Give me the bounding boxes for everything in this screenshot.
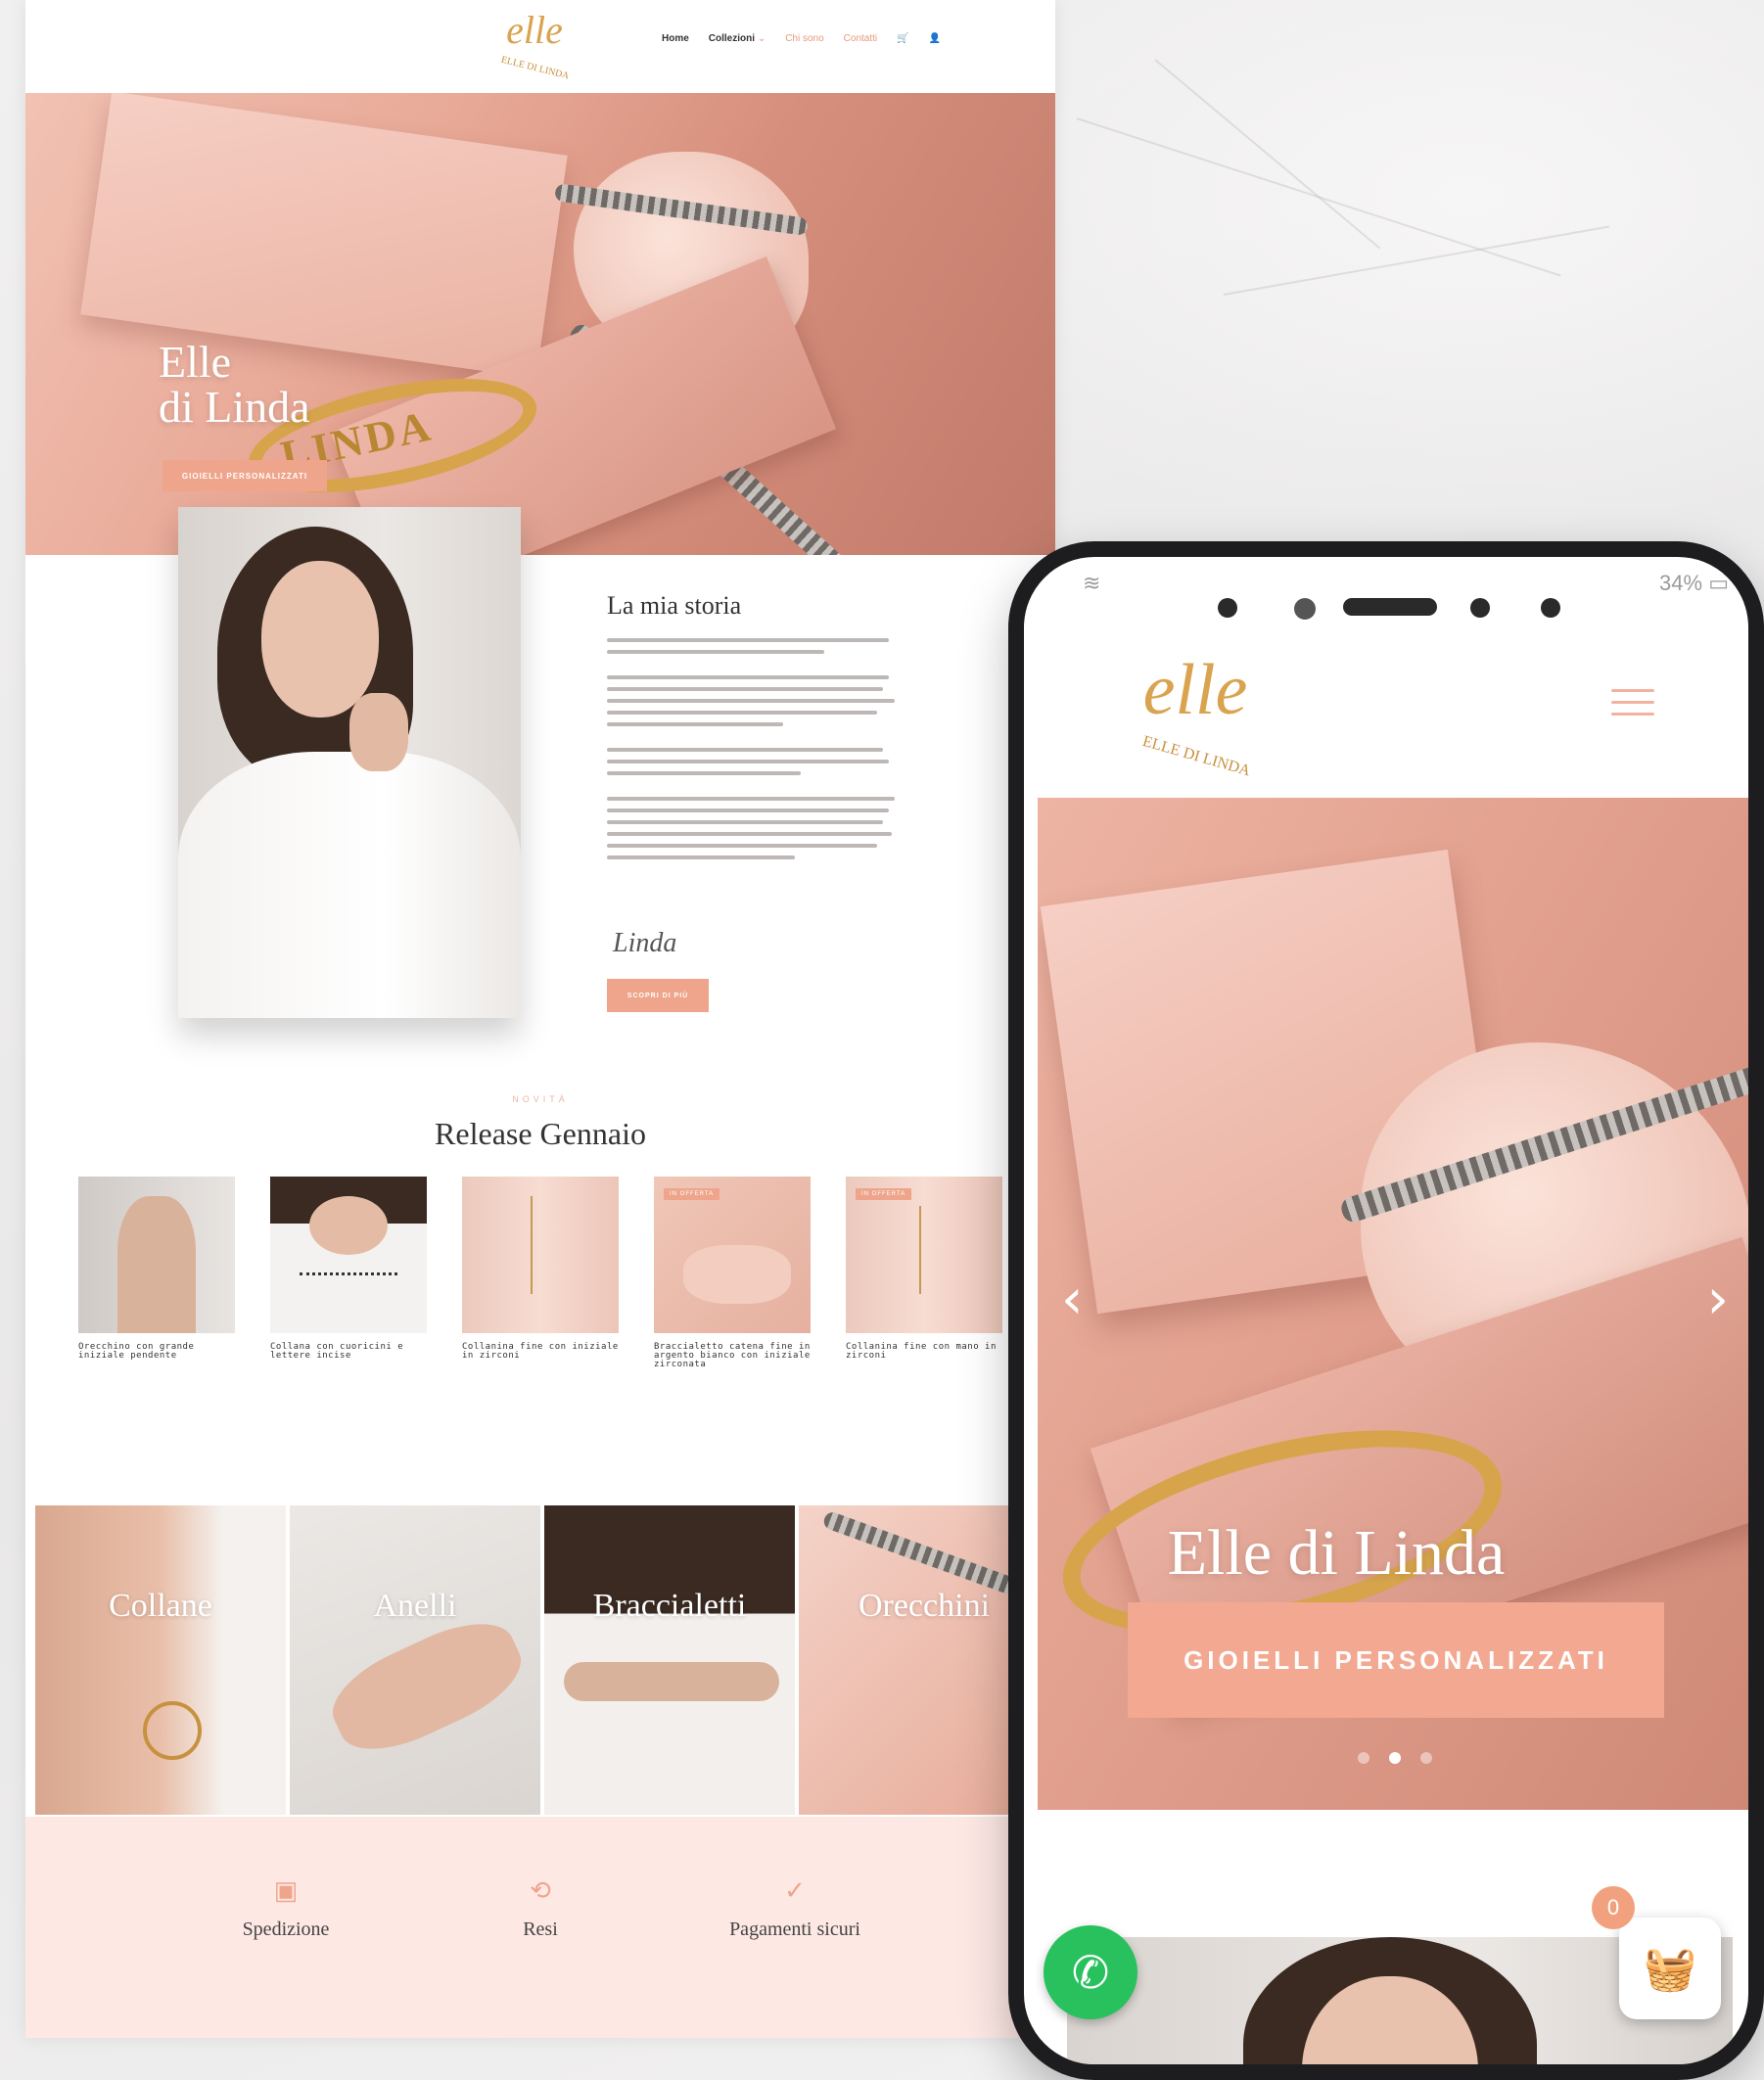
logo-subtitle: ELLE DI LINDA [500,55,571,82]
slider-dot[interactable] [1389,1752,1401,1764]
category-anelli[interactable]: Anelli [290,1505,540,1815]
slider-dot[interactable] [1420,1752,1432,1764]
product-card[interactable]: Collana con cuoricini e lettere incise [270,1177,427,1361]
hamburger-menu-icon[interactable] [1611,689,1654,724]
product-name[interactable]: Collanina fine con mano in zirconi [846,1343,1002,1361]
category-braccialetti[interactable]: Braccialetti [544,1505,795,1815]
product-image[interactable] [462,1177,619,1333]
chevron-down-icon: ⌄ [757,33,766,44]
slider-prev-icon[interactable]: ‹ [1061,1268,1083,1331]
desktop-header: elle ELLE DI LINDA Home Collezioni ⌄ Chi… [25,0,1055,93]
mobile-hero-title: Elle di Linda [1167,1517,1506,1589]
product-image[interactable] [78,1177,235,1333]
story-portrait [178,507,521,1018]
hero-gift-box [80,93,568,379]
hero-cta-button[interactable]: GIOIELLI PERSONALIZZATI [162,460,327,491]
mobile-brand-logo[interactable]: elle ELLE DI LINDA [1102,645,1288,782]
wifi-icon: ≋ [1083,571,1101,595]
logo-script: elle [506,8,563,52]
slider-next-icon[interactable]: › [1707,1268,1729,1331]
release-overline: NOVITÀ [512,1094,569,1104]
desktop-page: elle ELLE DI LINDA Home Collezioni ⌄ Chi… [25,0,1055,2038]
menu-item-collezioni[interactable]: Collezioni ⌄ [709,33,766,44]
feature-title: Resi [523,1918,558,1940]
menu-item-home[interactable]: Home [662,33,689,44]
product-image[interactable]: IN OFFERTA [846,1177,1002,1333]
feature-title: Spedizione [242,1918,330,1940]
product-image[interactable] [270,1177,427,1333]
category-label: Collane [109,1588,212,1624]
logo-subtitle: ELLE DI LINDA [1140,733,1252,780]
slider-dots[interactable] [1038,1752,1748,1764]
product-card[interactable]: Collanina fine con iniziale in zirconi [462,1177,619,1361]
desktop-hero: LINDA Elle di Linda GIOIELLI PERSONALIZZ… [25,93,1055,555]
cart-icon[interactable]: 🛒 [897,33,908,44]
feature-returns: ⟲ Resi [442,1875,638,1951]
product-image[interactable]: IN OFFERTA [654,1177,811,1333]
box-icon: ▣ [273,1875,299,1905]
product-name[interactable]: Collanina fine con iniziale in zirconi [462,1343,619,1361]
product-name[interactable]: Collana con cuoricini e lettere incise [270,1343,427,1361]
category-collane[interactable]: Collane [35,1505,286,1815]
status-bar-right: 34% ▭ [1659,571,1729,596]
battery-icon: ▭ [1708,571,1729,595]
brand-logo[interactable]: elle ELLE DI LINDA [486,6,583,84]
whatsapp-icon[interactable]: ✆ [1044,1925,1137,2019]
feature-shipping: ▣ Spedizione [188,1875,384,1951]
mobile-hero-slider: Elle di Linda GIOIELLI PERSONALIZZATI ‹ … [1038,798,1748,1810]
product-name[interactable]: Braccialetto catena fine in argento bian… [654,1343,811,1369]
cart-count-badge: 0 [1592,1886,1635,1929]
signature: Linda [613,928,677,958]
product-card[interactable]: Orecchino con grande iniziale pendente [78,1177,235,1361]
product-card[interactable]: IN OFFERTA Collanina fine con mano in zi… [846,1177,1002,1361]
basket-icon[interactable]: 🧺 [1619,1918,1721,2019]
product-card[interactable]: IN OFFERTA Braccialetto catena fine in a… [654,1177,811,1369]
story-text-placeholder [607,638,901,859]
return-icon: ⟲ [530,1875,551,1905]
speaker-grille [1343,598,1437,616]
desktop-menu: Home Collezioni ⌄ Chi sono Contatti 🛒 👤 [662,33,941,44]
battery-level: 34% [1659,571,1703,595]
hero-title-line2: di Linda [159,382,310,432]
menu-item-chi-sono[interactable]: Chi sono [785,33,823,44]
mobile-hero-cta-button[interactable]: GIOIELLI PERSONALIZZATI [1128,1602,1664,1718]
logo-script: elle [1143,650,1248,730]
story-title: La mia storia [607,591,742,620]
feature-payments: ✓ Pagamenti sicuri [697,1875,893,1951]
camera-icon [1218,598,1237,618]
menu-item-contatti[interactable]: Contatti [844,33,877,44]
story-more-button[interactable]: SCOPRI DI PIÙ [607,979,709,1012]
status-bar-left: ≋ [1083,571,1100,596]
feature-title: Pagamenti sicuri [729,1918,860,1940]
check-icon: ✓ [784,1875,806,1905]
hero-title-line1: Elle [159,337,232,387]
features-bar: ▣ Spedizione ⟲ Resi ✓ Pagamenti sicuri [25,1817,1055,2038]
user-icon[interactable]: 👤 [929,33,941,44]
release-title: Release Gennaio [435,1116,646,1151]
product-name[interactable]: Orecchino con grande iniziale pendente [78,1343,235,1361]
category-label: Anelli [373,1588,457,1624]
menu-label: Collezioni [708,33,756,44]
mobile-phone: ≋ 34% ▭ elle ELLE DI LINDA Elle di Linda… [1008,541,1764,2080]
offer-badge: IN OFFERTA [856,1188,912,1200]
hero-title: Elle di Linda [159,340,310,430]
story-section: La mia storia [607,591,901,859]
slider-dot[interactable] [1358,1752,1369,1764]
category-label: Braccialetti [592,1588,747,1624]
offer-badge: IN OFFERTA [664,1188,720,1200]
